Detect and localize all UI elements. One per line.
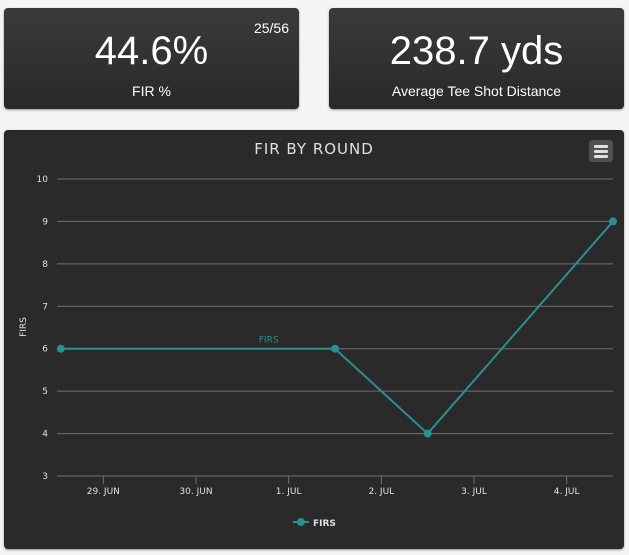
x-tick-label: 4. JUL [554,487,580,497]
legend[interactable]: FIRS [293,518,336,529]
y-tick-label: 7 [42,302,48,312]
chart-canvas: 3 4 5 6 7 8 9 10 29. JUN 30. JUN 1. JUL 2. JUL 3. J… [19,140,617,529]
legend-item-firs[interactable]: FIRS [313,519,336,529]
x-tick-label: 3. JUL [461,487,487,497]
chart-title: FIR BY ROUND [254,140,374,158]
x-tick-label: 2. JUL [368,487,394,497]
y-tick-label: 8 [42,260,48,270]
tee-shot-card: 238.7 yds Average Tee Shot Distance [329,8,624,109]
data-point[interactable] [423,429,432,438]
chart-menu-button[interactable] [589,140,613,162]
data-point[interactable] [609,217,617,226]
y-tick-label: 3 [42,472,48,482]
y-tick-label: 6 [42,345,48,355]
legend-symbol-marker [297,518,305,526]
y-tick-label: 10 [37,175,49,185]
fir-percent-value: 44.6% [94,29,209,73]
fir-by-round-chart: 3 4 5 6 7 8 9 10 29. JUN 30. JUN 1. JUL 2. JUL 3. J… [4,130,624,549]
data-point[interactable] [331,344,339,353]
fir-percent-card: 25/56 44.6% FIR % [4,8,299,109]
y-tick-label: 4 [42,430,48,440]
x-tick-label: 30. JUN [179,487,212,497]
y-tick-label: 5 [42,387,48,397]
fir-percent-label: FIR % [132,83,171,99]
y-axis-title: FIRS [19,317,29,337]
data-point[interactable] [56,344,65,353]
series-data-label: FIRS [259,336,279,346]
x-tick-label: 29. JUN [87,487,120,497]
tee-shot-label: Average Tee Shot Distance [391,83,562,99]
series-line-firs[interactable] [60,220,614,436]
y-tick-label: 9 [42,217,48,227]
tee-shot-value: 238.7 yds [389,29,564,73]
x-tick-label: 1. JUL [276,487,302,497]
